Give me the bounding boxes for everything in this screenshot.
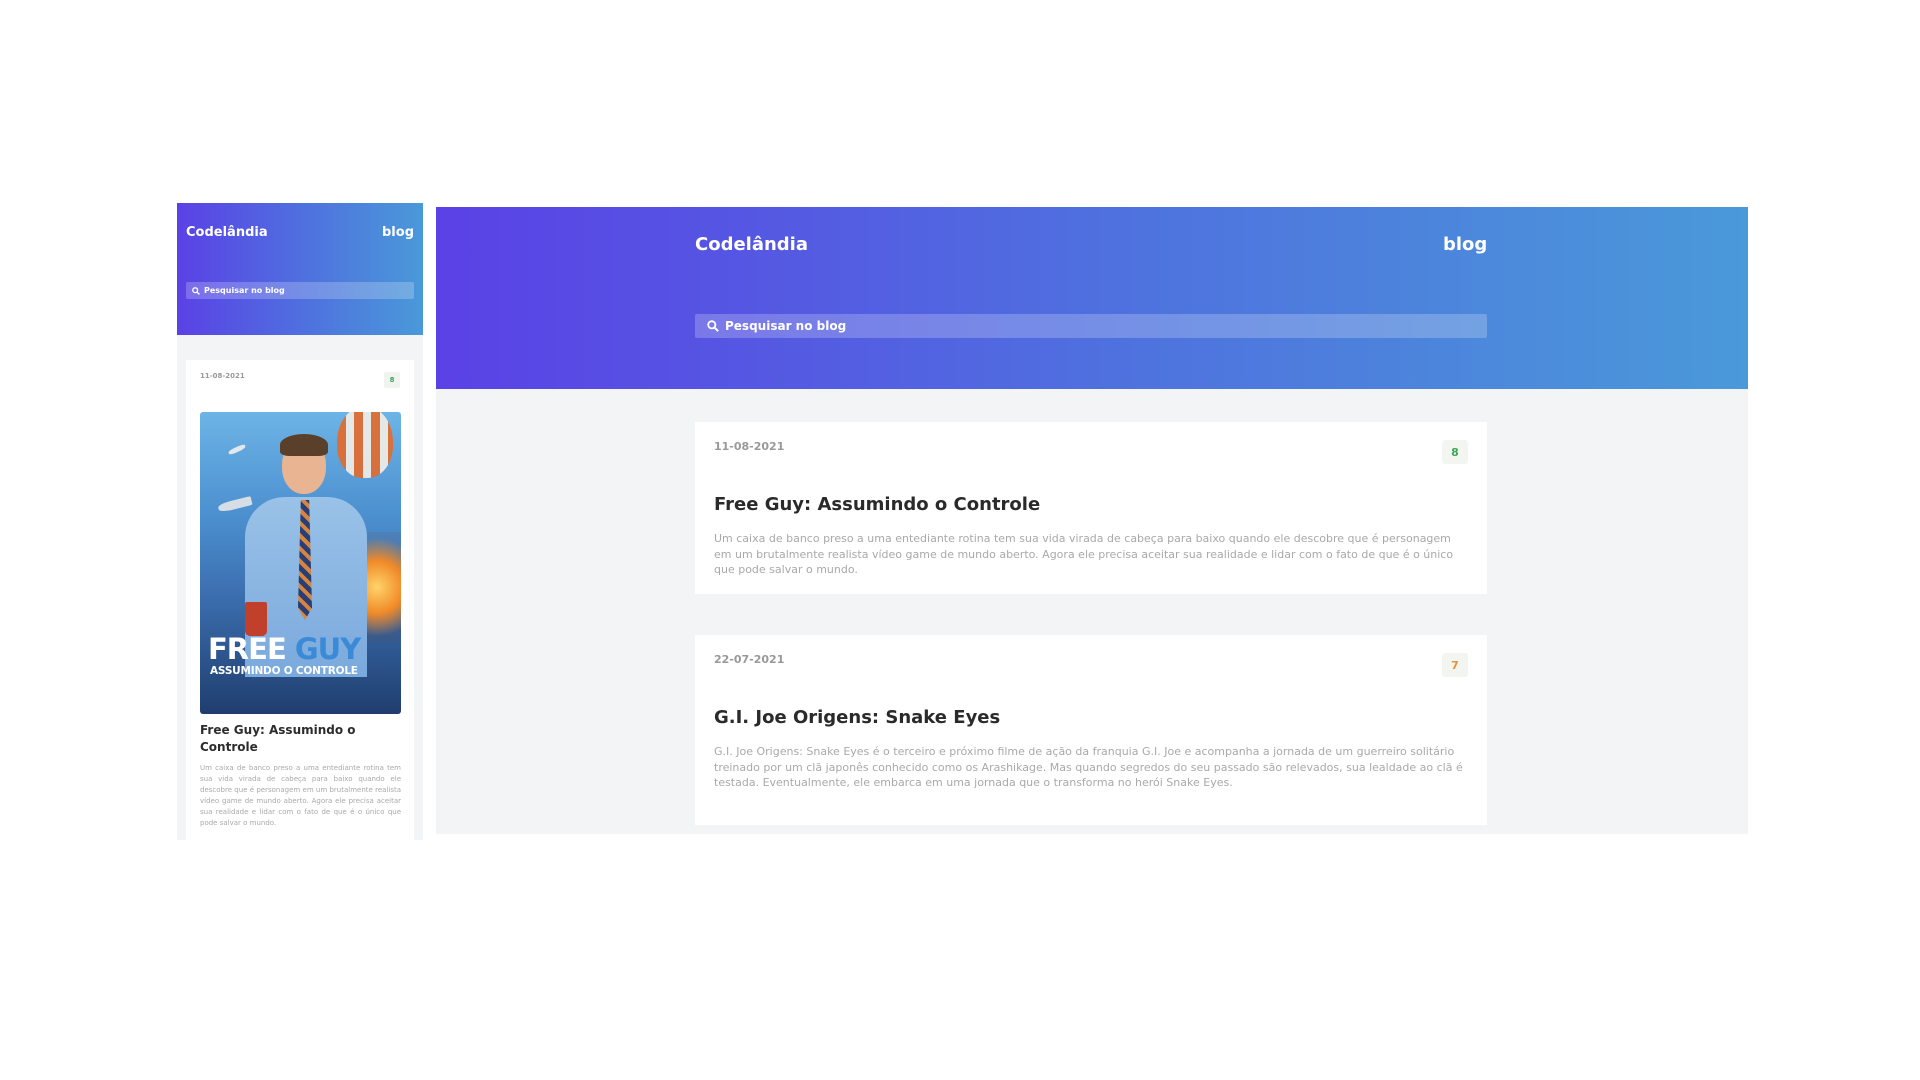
rating-badge: 8 bbox=[1442, 440, 1468, 464]
post-title[interactable]: Free Guy: Assumindo o Controle bbox=[714, 494, 1040, 515]
post-title[interactable]: Free Guy: Assumindo o Controle bbox=[200, 722, 400, 756]
desktop-header: Codelândia blog Pesquisar no blog bbox=[436, 207, 1748, 389]
site-logo[interactable]: Codelândia bbox=[186, 225, 268, 240]
mobile-preview: Codelândia blog Pesquisar no blog 11-08-… bbox=[177, 203, 423, 840]
post-description: G.I. Joe Origens: Snake Eyes é o terceir… bbox=[714, 745, 1463, 789]
post-title[interactable]: G.I. Joe Origens: Snake Eyes bbox=[714, 707, 1000, 728]
coffee-cup-art bbox=[245, 602, 267, 636]
character-hair-art bbox=[280, 434, 328, 456]
plane-art bbox=[217, 496, 253, 513]
poster-title-main: FREE bbox=[208, 632, 287, 666]
search-placeholder: Pesquisar no blog bbox=[204, 286, 285, 295]
nav-blog-link[interactable]: blog bbox=[1443, 234, 1487, 255]
rating-badge: 8 bbox=[384, 372, 400, 388]
post-card[interactable]: 22-07-2021 7 G.I. Joe Origens: Snake Eye… bbox=[695, 635, 1487, 825]
search-placeholder: Pesquisar no blog bbox=[725, 319, 847, 333]
rating-badge: 7 bbox=[1442, 653, 1468, 677]
search-input[interactable]: Pesquisar no blog bbox=[186, 282, 414, 299]
post-date: 11-08-2021 bbox=[714, 440, 785, 453]
nav-blog-link[interactable]: blog bbox=[382, 225, 414, 240]
poster-subtitle: ASSUMINDO O CONTROLE bbox=[210, 665, 358, 677]
post-date: 22-07-2021 bbox=[714, 653, 785, 666]
post-description: Um caixa de banco preso a uma entediante… bbox=[200, 764, 401, 827]
search-icon bbox=[192, 286, 200, 295]
plane-art bbox=[227, 443, 247, 456]
poster-title: FREE GUY bbox=[208, 632, 398, 666]
poster-title-accent: GUY bbox=[294, 632, 361, 666]
post-date: 11-08-2021 bbox=[200, 372, 245, 380]
post-description: Um caixa de banco preso a uma entediante… bbox=[714, 532, 1454, 576]
desktop-preview: Codelândia blog Pesquisar no blog 11-08-… bbox=[436, 207, 1748, 834]
search-icon bbox=[707, 320, 719, 332]
movie-poster[interactable]: FREE GUY ASSUMINDO O CONTROLE bbox=[200, 412, 401, 714]
hot-air-balloon-art bbox=[337, 412, 393, 478]
post-card[interactable]: 11-08-2021 8 FREE GUY ASSUMINDO O CONTRO… bbox=[186, 360, 414, 840]
search-input[interactable]: Pesquisar no blog bbox=[695, 314, 1487, 338]
post-card[interactable]: 11-08-2021 8 Free Guy: Assumindo o Contr… bbox=[695, 422, 1487, 594]
site-logo[interactable]: Codelândia bbox=[695, 234, 808, 255]
mobile-header: Codelândia blog Pesquisar no blog bbox=[177, 203, 423, 335]
